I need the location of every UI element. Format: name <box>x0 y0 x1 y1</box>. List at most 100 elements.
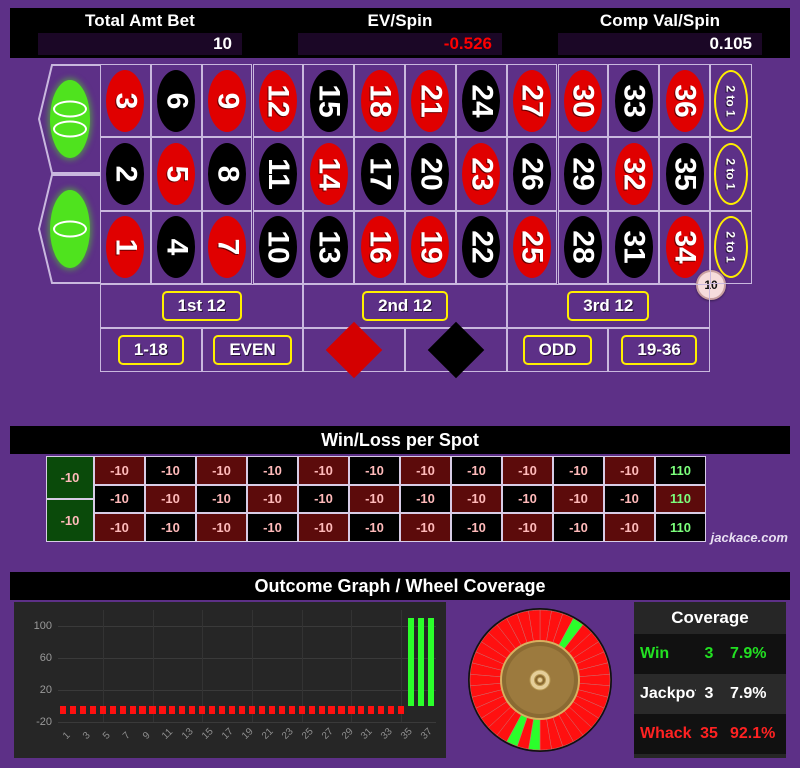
chart-bar <box>179 706 186 714</box>
chart-bar <box>219 706 226 714</box>
bet-cell-16[interactable]: 16 <box>354 210 405 284</box>
bet-cell-zero[interactable] <box>38 174 100 284</box>
number-pocket-25: 25 <box>513 216 552 279</box>
bet-cell-3[interactable]: 3 <box>100 64 151 138</box>
bet-cell-9[interactable]: 9 <box>201 64 253 138</box>
bet-cell-5[interactable]: 5 <box>150 137 202 211</box>
coverage-row-jackpot: Jackpot 3 7.9% <box>634 674 786 714</box>
bet-cell-2[interactable]: 2 <box>100 137 151 211</box>
bet-cell-double-zero[interactable] <box>38 64 100 174</box>
number-pocket-6: 6 <box>157 69 196 132</box>
zero-ring <box>53 220 87 238</box>
stat-total-amt-bet: Total Amt Bet 10 <box>10 8 270 58</box>
bet-cell-35[interactable]: 35 <box>659 137 710 211</box>
bet-cell-33[interactable]: 33 <box>608 64 660 138</box>
bet-cell-17[interactable]: 17 <box>354 137 405 211</box>
number-pocket-5: 5 <box>157 142 196 205</box>
bet-cell-19-36[interactable]: 19-36 <box>608 328 710 372</box>
bet-cell-12[interactable]: 12 <box>252 64 304 138</box>
wheel-icon <box>468 608 612 752</box>
bet-cell-14[interactable]: 14 <box>303 137 355 211</box>
bet-cell-4[interactable]: 4 <box>150 210 202 284</box>
bet-cell-15[interactable]: 15 <box>303 64 355 138</box>
number-label: 15 <box>312 83 346 118</box>
bet-cell-11[interactable]: 11 <box>252 137 304 211</box>
x-axis-tick: 25 <box>299 726 316 742</box>
bet-cell-black[interactable] <box>405 321 507 379</box>
chart-bar <box>139 706 146 714</box>
bet-cell-28[interactable]: 28 <box>557 210 609 284</box>
stats-bar: Total Amt Bet 10 EV/Spin -0.526 Comp Val… <box>10 8 790 58</box>
bet-cell-18[interactable]: 18 <box>354 64 405 138</box>
outside-bet-label: ODD <box>522 335 593 365</box>
bet-cell-29[interactable]: 29 <box>557 137 609 211</box>
x-axis-tick: 29 <box>339 726 356 742</box>
chart-bar <box>238 706 246 714</box>
column-bet-oval: 2 to 1 <box>714 216 748 279</box>
stat-label: Total Amt Bet <box>85 11 195 30</box>
bet-cell-10[interactable]: 10 <box>252 210 304 284</box>
stat-comp-val-per-spin: Comp Val/Spin 0.105 <box>530 8 790 58</box>
winloss-cell: -10 <box>196 513 247 542</box>
chart-bar <box>288 706 295 714</box>
bet-cell-27[interactable]: 27 <box>506 64 558 138</box>
bet-cell-22[interactable]: 22 <box>455 210 507 284</box>
bet-cell-36[interactable]: 36 <box>659 64 710 138</box>
bet-cell-column-1[interactable]: 2 to 1 <box>710 64 752 138</box>
number-label: 12 <box>261 83 295 118</box>
coverage-label: Whack <box>634 714 696 754</box>
bet-cell-column-2[interactable]: 2 to 1 <box>710 137 752 211</box>
bet-cell-8[interactable]: 8 <box>201 137 253 211</box>
chart-bar <box>328 706 335 714</box>
winloss-cell: -10 <box>349 513 400 542</box>
chart-bar <box>408 618 415 706</box>
bet-cell-1-18[interactable]: 1-18 <box>100 328 202 372</box>
bet-cell-dozen-2[interactable]: 2nd 12 <box>303 284 507 328</box>
chart-bar <box>308 706 315 714</box>
outcome-chart-panel: -20 20 60 100 1 3 5 7 9 11 13 15 17 19 21 23 25 27 29 31 33 3… <box>14 602 446 758</box>
chart-bar <box>109 706 116 714</box>
chart-bar <box>169 706 176 714</box>
bet-cell-24[interactable]: 24 <box>455 64 507 138</box>
x-axis-tick: 33 <box>379 726 395 742</box>
y-axis-tick: 100 <box>33 620 52 632</box>
number-label: 11 <box>261 158 295 190</box>
number-pocket-3: 3 <box>106 69 145 132</box>
bet-cell-20[interactable]: 20 <box>405 137 456 211</box>
x-axis-tick: 5 <box>100 730 113 742</box>
winloss-cell: -10 <box>94 513 145 542</box>
bet-cell-25[interactable]: 25 <box>506 210 558 284</box>
number-pocket-19: 19 <box>411 216 450 279</box>
bet-cell-dozen-1[interactable]: 1st 12 <box>100 284 304 328</box>
bet-cell-31[interactable]: 31 <box>608 210 660 284</box>
bet-cell-32[interactable]: 32 <box>608 137 660 211</box>
chart-bar <box>149 706 156 714</box>
chart-bar <box>398 706 405 714</box>
bet-cell-19[interactable]: 19 <box>405 210 456 284</box>
bet-cell-odd[interactable]: ODD <box>506 328 609 372</box>
x-axis-tick: 21 <box>259 726 276 742</box>
number-label: 23 <box>465 157 499 191</box>
bet-cell-dozen-3[interactable]: 3rd 12 <box>506 284 710 328</box>
winloss-cell: -10 <box>553 513 604 542</box>
x-axis-tick: 27 <box>319 726 336 742</box>
bet-cell-1[interactable]: 1 <box>100 210 151 284</box>
roulette-bet-analyzer: Total Amt Bet 10 EV/Spin -0.526 Comp Val… <box>0 0 800 768</box>
bet-cell-column-3[interactable]: 2 to 1 <box>710 210 752 284</box>
bet-cell-21[interactable]: 21 <box>405 64 456 138</box>
number-pocket-8: 8 <box>208 142 247 205</box>
bet-cell-even[interactable]: EVEN <box>201 328 304 372</box>
bet-cell-6[interactable]: 6 <box>150 64 202 138</box>
coverage-count: 3 <box>696 634 722 674</box>
bet-cell-23[interactable]: 23 <box>455 137 507 211</box>
number-label: 30 <box>566 83 600 118</box>
winloss-cell: 110 <box>655 513 706 542</box>
bet-cell-13[interactable]: 13 <box>303 210 355 284</box>
bet-cell-26[interactable]: 26 <box>506 137 558 211</box>
bet-cell-30[interactable]: 30 <box>557 64 609 138</box>
bet-cell-7[interactable]: 7 <box>201 210 253 284</box>
chart-bar <box>79 706 86 714</box>
bet-cell-red[interactable] <box>303 321 405 379</box>
number-pocket-28: 28 <box>563 216 602 279</box>
x-axis-tick: 15 <box>200 726 216 742</box>
